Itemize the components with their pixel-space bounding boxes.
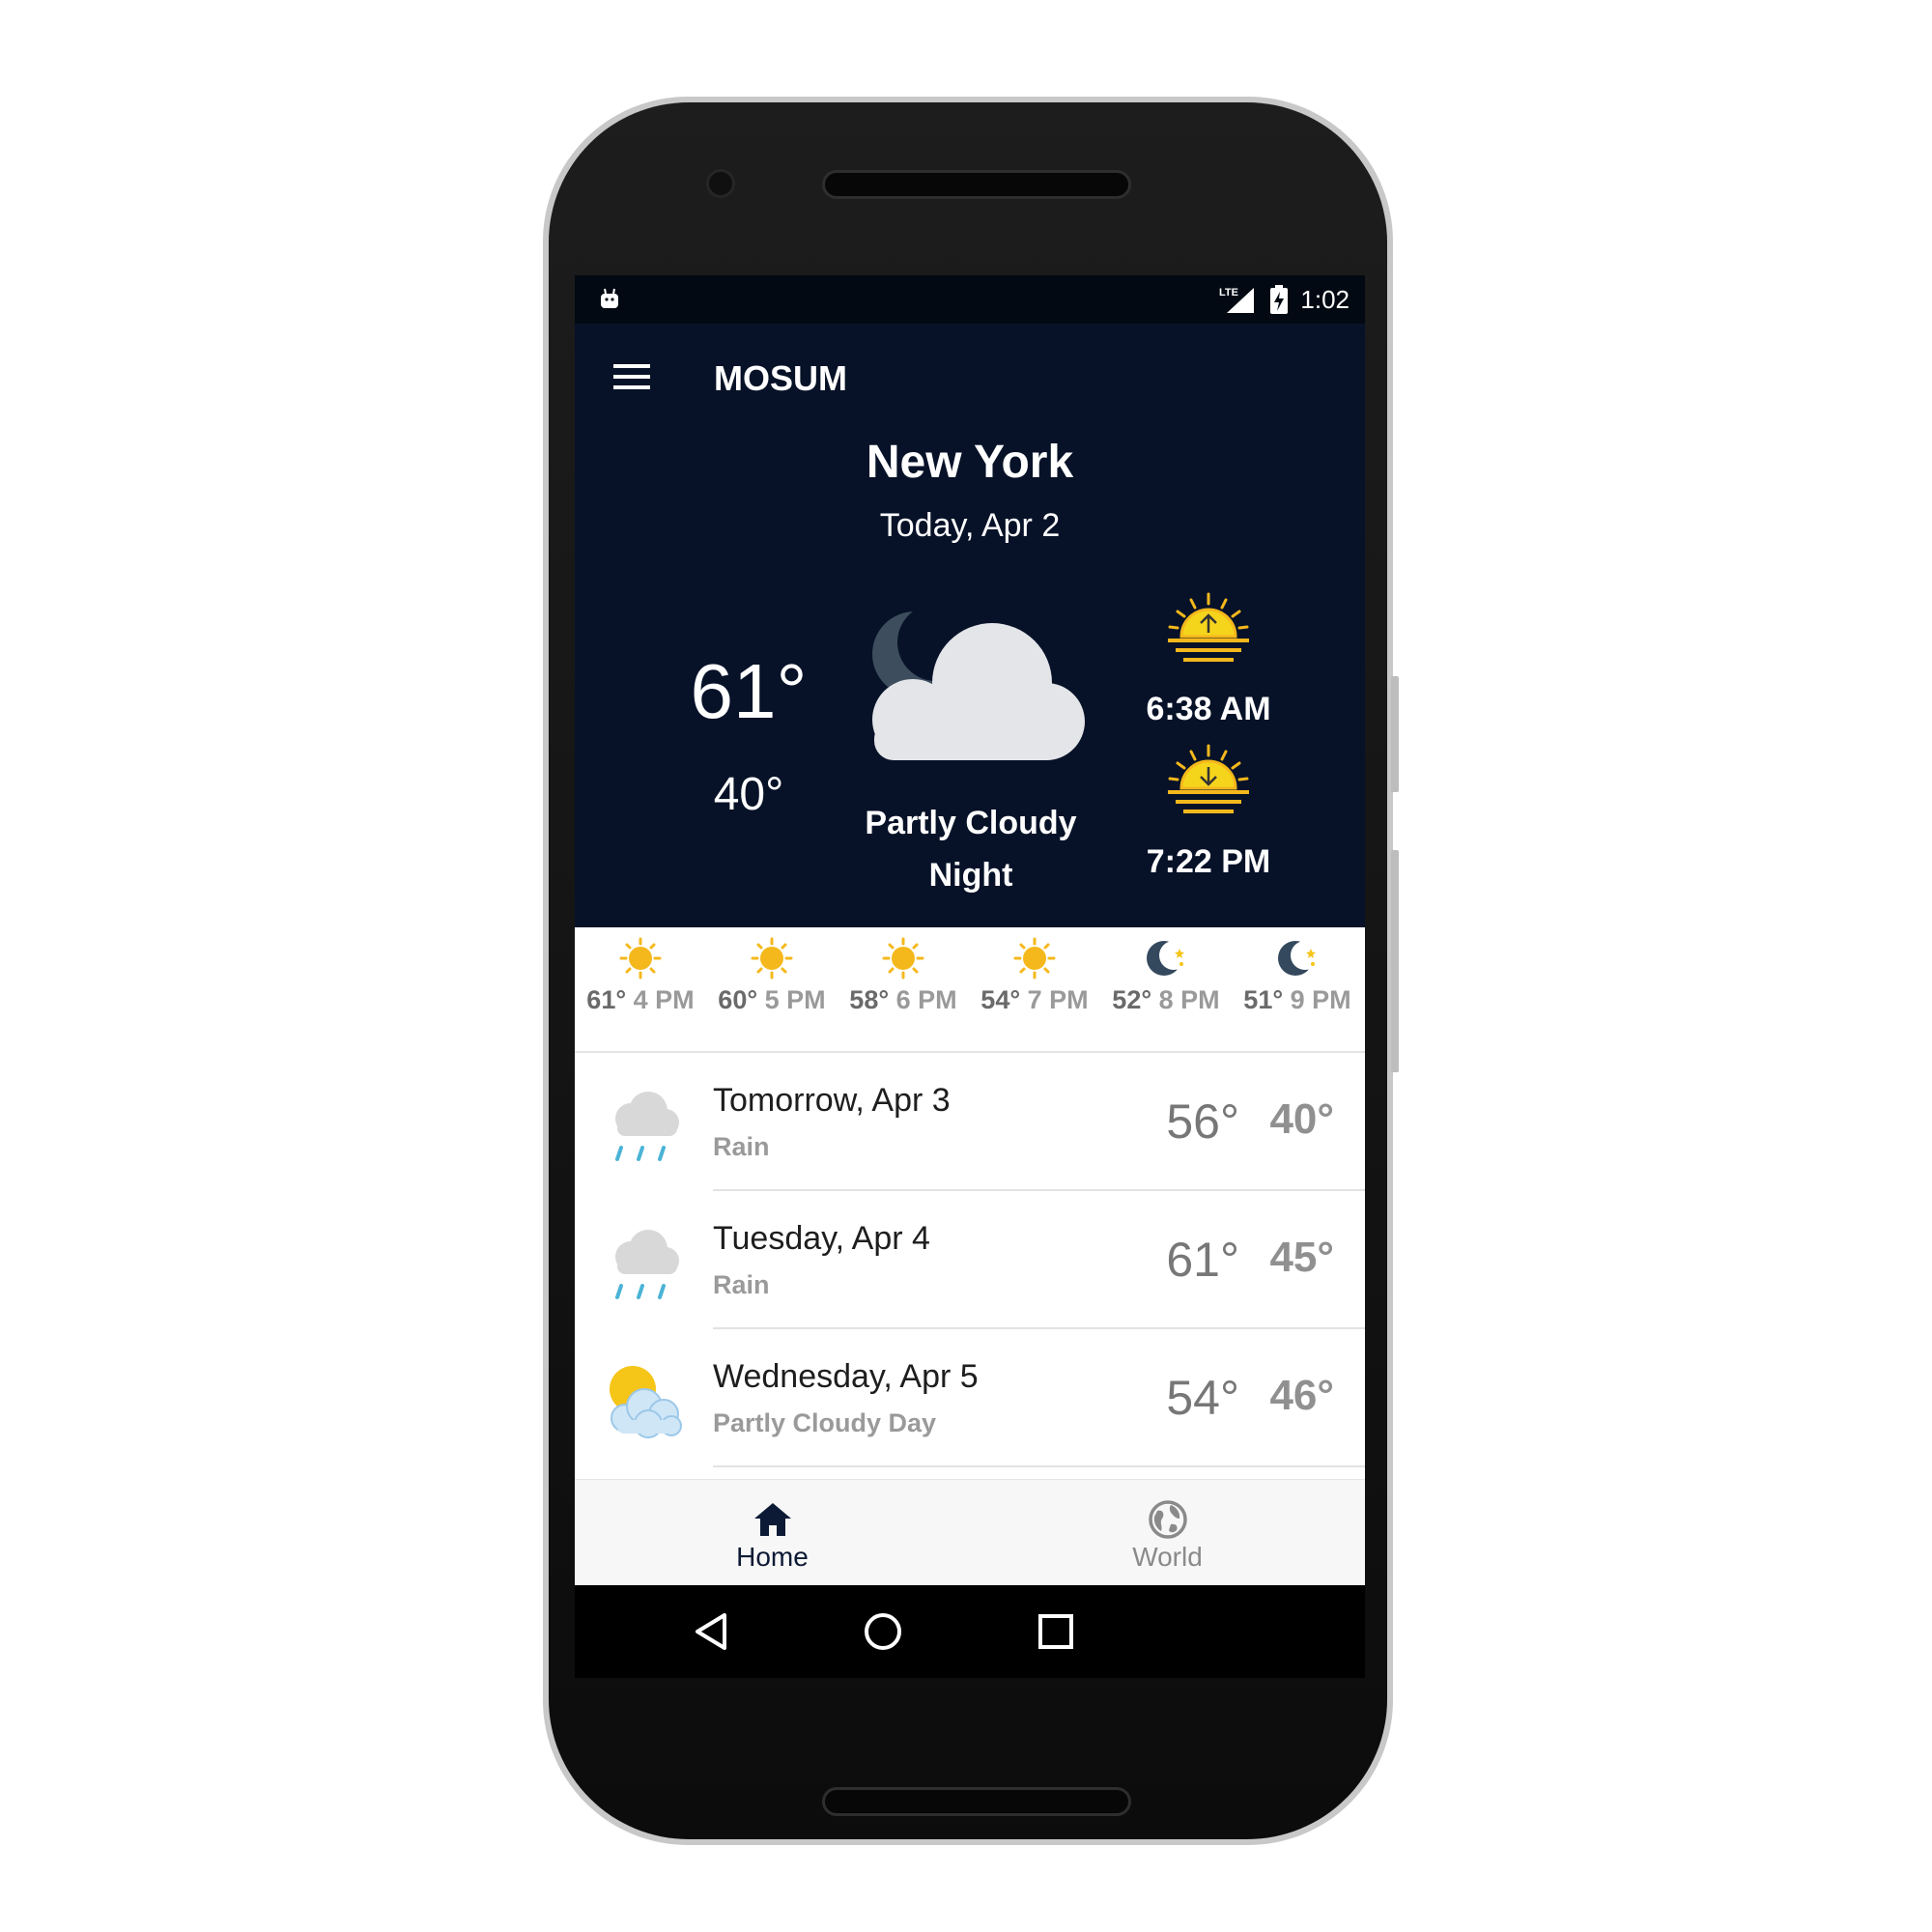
forecast-day: Tuesday, Apr 4 [713,1220,930,1257]
condition-line-2: Night [928,857,1013,894]
forecast-high: 56° [1166,1094,1239,1149]
forecast-row[interactable]: Tomorrow, Apr 3 Rain 56° 40° [575,1053,1365,1191]
hour-item[interactable]: 58° 6 PM [838,927,969,1051]
clock-time: 1:02 [1300,284,1350,314]
forecast-condition: Rain [713,1132,770,1161]
system-navigation-bar [575,1585,1365,1678]
city-name: New York [866,437,1074,488]
bottom-speaker [822,1787,1131,1816]
forecast-condition: Partly Cloudy Day [713,1408,937,1437]
hour-item[interactable]: 52° 8 PM [1100,927,1232,1051]
globe-icon [1149,1500,1187,1539]
sun-icon [1013,937,1056,980]
volume-button [1391,850,1399,1072]
top-speaker [822,170,1131,199]
condition-line-1: Partly Cloudy [865,805,1077,841]
hour-item[interactable]: 60° 5 PM [706,927,838,1051]
tab-world[interactable]: World [970,1480,1365,1586]
hour-label: 61° 4 PM [586,985,695,1014]
recents-square-icon[interactable] [1032,1607,1080,1656]
forecast-high: 54° [1166,1371,1239,1425]
hour-item[interactable]: 51° 9 PM [1232,927,1363,1051]
hour-label: 60° 5 PM [718,985,826,1014]
sun-icon [619,937,662,980]
current-condition: Partly Cloudy Night [826,797,1116,901]
tab-world-label: World [1132,1542,1203,1572]
hour-label: 51° 9 PM [1243,985,1351,1014]
rain-cloud-icon [615,1230,679,1299]
status-right-group: LTE 1:02 [1219,275,1350,324]
moon-stars-icon [1147,941,1187,976]
hour-item[interactable]: 54° 7 PM [969,927,1100,1051]
current-weather-panel: New York Today, Apr 2 61° 40° Partly Clo… [575,430,1365,927]
sunrise-time: 6:38 AM [1146,691,1271,727]
rain-cloud-icon [615,1092,679,1161]
hour-item[interactable]: 61° 4 PM [575,927,706,1051]
power-button [1391,676,1399,792]
hour-label: 58° 6 PM [849,985,957,1014]
partly-cloudy-night-icon [872,604,1085,760]
battery-charging-icon [1270,285,1289,314]
forecast-day: Tomorrow, Apr 3 [713,1082,951,1119]
forecast-day: Wednesday, Apr 5 [713,1358,979,1395]
forecast-low: 45° [1269,1234,1334,1281]
sunset-time: 7:22 PM [1146,843,1271,880]
hour-label: 52° 8 PM [1112,985,1220,1014]
hamburger-menu-icon[interactable] [613,362,650,391]
home-icon [754,1503,791,1536]
row-divider [713,1465,1365,1467]
lte-signal-icon: LTE [1219,287,1255,313]
forecast-row[interactable]: Tuesday, Apr 4 Rain 61° 45° [575,1191,1365,1329]
network-label: LTE [1219,287,1238,298]
partly-cloudy-day-icon [610,1366,682,1438]
sun-icon [751,937,793,980]
app-bar: MOSUM [575,324,1365,430]
forecast-high: 61° [1166,1233,1239,1287]
tab-home[interactable]: Home [575,1480,970,1586]
sunset-icon [1168,744,1249,813]
sunrise-icon [1168,592,1249,662]
back-icon[interactable] [688,1607,736,1656]
tab-home-label: Home [736,1542,809,1572]
moon-stars-icon [1278,941,1319,976]
home-circle-icon[interactable] [859,1607,907,1656]
forecast-condition: Rain [713,1270,770,1299]
sun-icon [882,937,924,980]
today-high-temp: 61° [690,648,808,734]
current-date: Today, Apr 2 [879,507,1061,544]
hour-label: 54° 7 PM [980,985,1089,1014]
app-title: MOSUM [714,358,847,398]
today-low-temp: 40° [713,769,784,820]
forecast-low: 40° [1269,1095,1334,1143]
forecast-low: 46° [1269,1372,1334,1419]
forecast-row[interactable]: Wednesday, Apr 5 Partly Cloudy Day 54° 4… [575,1329,1365,1467]
phone-screen: LTE 1:02 MOSUM New York Today, Apr 2 61°… [575,275,1365,1678]
status-bar: LTE 1:02 [575,275,1365,324]
bottom-navigation: Home World [575,1479,1365,1586]
front-camera [706,169,735,198]
hourly-forecast[interactable]: 61° 4 PM 60° 5 PM 58° 6 PM 54° 7 PM 52° … [575,927,1365,1053]
android-debug-icon [601,288,618,308]
